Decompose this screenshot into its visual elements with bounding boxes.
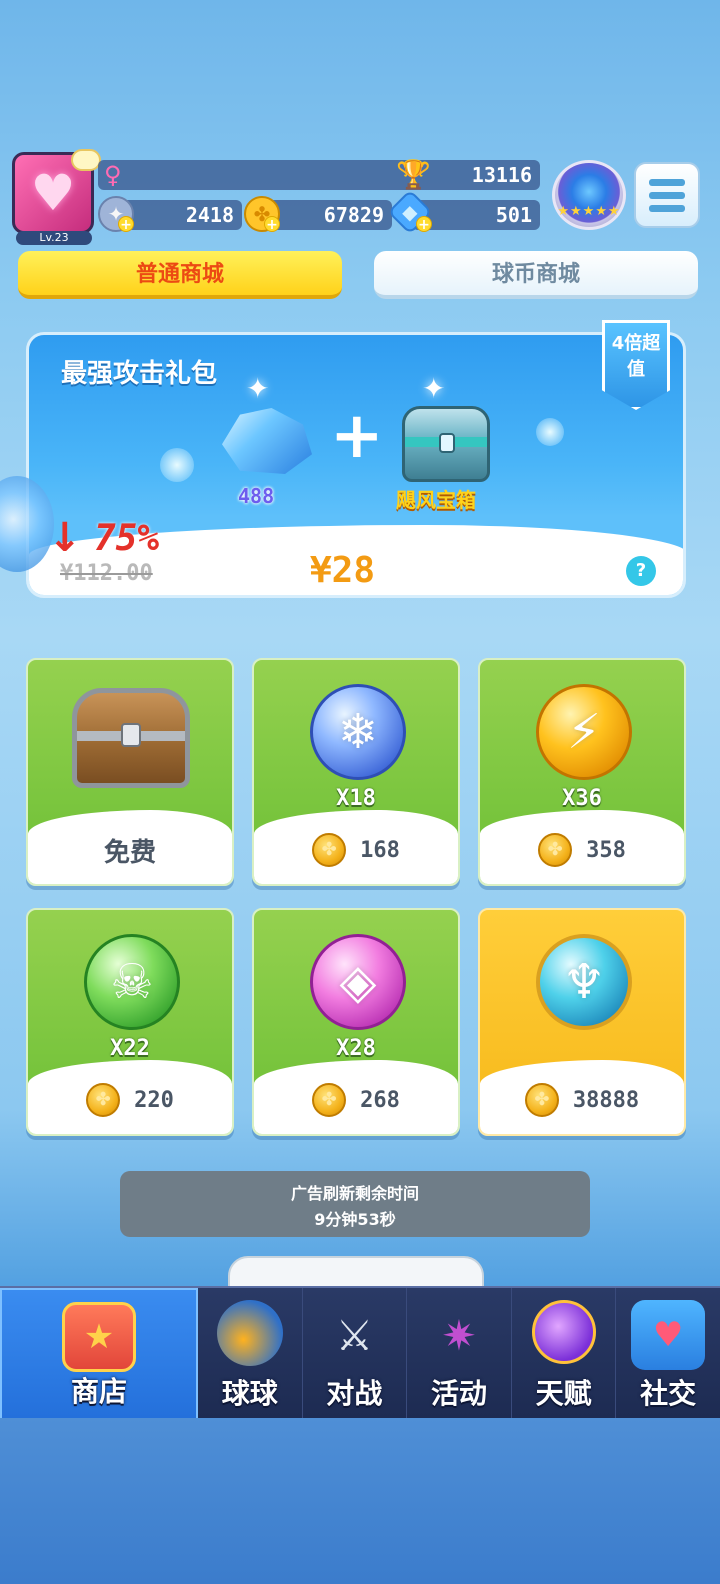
coin-count: 67829 [323, 203, 384, 227]
glow-orb-icon [160, 448, 194, 482]
coin-add-button[interactable]: ✤ + [244, 196, 280, 233]
level-badge: Lv.23 [16, 231, 92, 245]
trophy-bar: 13116 [98, 160, 540, 190]
price-row: ✤ 38888 [480, 1082, 684, 1118]
clover-coin-icon: ✤ [538, 833, 573, 867]
stamina-add-button[interactable]: ✦ + [98, 196, 134, 233]
rank-stars-icon: ★★★★★ [557, 204, 621, 219]
discount-percent: 75% [94, 518, 160, 559]
price-row: 免费 [28, 832, 232, 868]
avatar-decoration-icon [71, 149, 101, 171]
item-price: 168 [360, 837, 400, 863]
snowflake-ball-icon: ❄ [310, 684, 406, 780]
item-quantity: X22 [110, 1036, 150, 1061]
shop-item-card[interactable]: ❄ X18 ✤ 168 [252, 658, 460, 886]
item-price: 38888 [572, 1087, 640, 1113]
crossed-swords-icon: ⚔ [335, 1310, 374, 1360]
nav-label: 商店 [70, 1375, 127, 1408]
glow-orb-icon [536, 418, 564, 446]
shop-item-card[interactable]: ♆ ✤ 38888 [478, 908, 686, 1136]
price-row: ✤ 358 [480, 832, 684, 868]
sparkle-icon: ✦ [246, 372, 270, 405]
pink-crystal-ball-icon: ◈ [310, 934, 406, 1030]
sparkle-icon: ✦ [422, 372, 446, 405]
chat-heart-icon: ♥ [631, 1300, 706, 1370]
ad-refresh-timer: 广告刷新剩余时间 9分钟53秒 [120, 1171, 590, 1237]
stamina-count: 2418 [185, 203, 234, 227]
hamburger-icon-line [649, 191, 685, 199]
nav-item-talent[interactable]: 天赋 [512, 1288, 617, 1420]
stamina-bar: 2418 [118, 200, 242, 230]
shop-item-card[interactable]: ◈ X28 ✤ 268 [252, 908, 460, 1136]
bottom-navigation: ★ 商店 球球 ⚔ 对战 ✷ 活动 天赋 ♥ 社交 [0, 1286, 720, 1420]
nav-item-social[interactable]: ♥ 社交 [616, 1288, 720, 1420]
nav-item-events[interactable]: ✷ 活动 [407, 1288, 512, 1420]
item-quantity: X36 [562, 786, 602, 811]
item-quantity: X28 [336, 1036, 376, 1061]
free-label: 免费 [103, 837, 156, 868]
nav-item-balls[interactable]: 球球 [198, 1288, 303, 1420]
gem-count: 501 [495, 203, 532, 227]
nav-label: 球球 [221, 1377, 278, 1410]
item-price: 220 [134, 1087, 174, 1113]
hurricane-chest-icon [402, 406, 490, 482]
nav-item-battle[interactable]: ⚔ 对战 [303, 1288, 408, 1420]
rank-emblem-icon[interactable] [552, 160, 626, 230]
nav-label: 天赋 [535, 1377, 592, 1410]
gem-icon: ◆ [402, 199, 418, 224]
timer-label: 广告刷新剩余时间 [290, 1184, 419, 1203]
shop-item-card[interactable]: ☠ X22 ✤ 220 [26, 908, 234, 1136]
item-quantity: X18 [336, 786, 376, 811]
clover-coin-icon: ✤ [86, 1083, 121, 1117]
tab-normal-shop[interactable]: 普通商城 [18, 251, 342, 299]
shop-item-card[interactable]: 免费 [26, 658, 234, 886]
promo-price-button[interactable]: ¥28 [310, 550, 375, 591]
price-row: ✤ 168 [254, 832, 458, 868]
footer-background [0, 1418, 720, 1584]
poison-skull-ball-icon: ☠ [84, 934, 180, 1030]
hamburger-icon-line [649, 204, 685, 212]
wooden-chest-icon [72, 688, 190, 788]
nav-label: 对战 [326, 1377, 383, 1410]
value-multiplier-text: 4倍超值 [611, 333, 661, 380]
hamburger-icon-line [649, 178, 685, 186]
tab-ballcoin-shop[interactable]: 球币商城 [374, 251, 698, 299]
item-price: 358 [586, 837, 626, 863]
nav-label: 社交 [640, 1377, 697, 1410]
chest-name: 飓风宝箱 [396, 488, 476, 512]
promo-title: 最强攻击礼包 [61, 359, 218, 389]
heart-avatar-icon: ♥ [30, 164, 76, 222]
female-gender-icon: ♀ [104, 161, 122, 189]
shop-icon: ★ [62, 1302, 136, 1372]
crystal-quantity: 488 [238, 484, 275, 508]
plus-icon: + [416, 216, 432, 233]
original-price: ¥112.00 [60, 561, 153, 586]
timer-value: 9分钟53秒 [314, 1210, 396, 1229]
aqua-trident-ball-icon: ♆ [536, 934, 632, 1030]
clover-coin-icon: ✤ [312, 1083, 347, 1117]
lightning-ball-icon: ⚡ [536, 684, 632, 780]
coin-bar: 67829 [262, 200, 392, 230]
planet-icon [531, 1300, 596, 1364]
balls-icon [216, 1300, 283, 1366]
clover-coin-icon: ✤ [524, 1083, 559, 1117]
plus-sign-icon: + [330, 399, 384, 473]
trophy-count: 13116 [471, 163, 532, 187]
nav-item-shop[interactable]: ★ 商店 [0, 1288, 198, 1420]
clover-coin-icon: ✤ [312, 833, 347, 867]
price-row: ✤ 268 [254, 1082, 458, 1118]
trophy-icon: 🏆 [396, 158, 431, 191]
menu-button[interactable] [634, 162, 700, 228]
item-price: 268 [360, 1087, 400, 1113]
nav-label: 活动 [430, 1377, 487, 1410]
help-button[interactable]: ? [626, 556, 656, 586]
price-row: ✤ 220 [28, 1082, 232, 1118]
party-popper-icon: ✷ [441, 1310, 477, 1360]
shop-item-card[interactable]: ⚡ X36 ✤ 358 [478, 658, 686, 886]
plus-icon: + [118, 216, 134, 233]
plus-icon: + [264, 216, 280, 233]
player-avatar[interactable]: ♥ [12, 149, 101, 234]
